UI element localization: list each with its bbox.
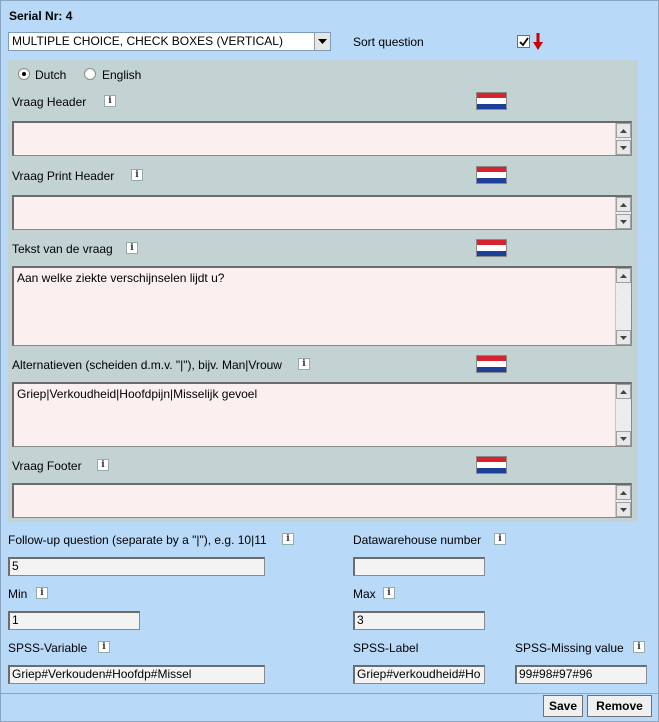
scroll-down-icon[interactable] — [616, 431, 631, 446]
scroll-down-icon[interactable] — [616, 214, 631, 229]
scrollbar[interactable] — [615, 123, 631, 155]
min-input[interactable]: 1 — [8, 611, 140, 630]
vraag-print-header-label: Vraag Print Header — [12, 169, 115, 183]
spss-missing-label: SPSS-Missing value — [515, 641, 624, 655]
scrollbar[interactable] — [615, 197, 631, 229]
info-icon[interactable]: i — [282, 533, 294, 545]
vraag-header-label: Vraag Header — [12, 95, 87, 109]
vraag-footer-label: Vraag Footer — [12, 459, 82, 473]
remove-button[interactable]: Remove — [587, 695, 652, 717]
dutch-flag-icon — [476, 166, 507, 184]
max-label: Max — [353, 587, 376, 601]
scrollbar[interactable] — [615, 485, 631, 517]
datawarehouse-label: Datawarehouse number — [353, 533, 482, 547]
scroll-down-icon[interactable] — [616, 140, 631, 155]
scroll-down-icon[interactable] — [616, 502, 631, 517]
info-icon[interactable]: i — [98, 641, 110, 653]
follow-up-label: Follow-up question (separate by a "|"), … — [8, 533, 267, 547]
radio-english-label: English — [102, 68, 142, 82]
dutch-flag-icon — [476, 456, 507, 474]
spss-variable-input[interactable]: Griep#Verkouden#Hoofdp#Missel — [8, 665, 265, 684]
spss-variable-label: SPSS-Variable — [8, 641, 88, 655]
dutch-flag-icon — [476, 355, 507, 373]
sort-question-label: Sort question — [353, 35, 424, 49]
serial-number: Serial Nr: 4 — [9, 9, 72, 23]
scroll-up-icon[interactable] — [616, 197, 631, 212]
info-icon[interactable]: i — [298, 358, 310, 370]
max-input[interactable]: 3 — [353, 611, 485, 630]
question-type-value: MULTIPLE CHOICE, CHECK BOXES (VERTICAL) — [12, 34, 283, 48]
question-editor-panel: Serial Nr: 4 MULTIPLE CHOICE, CHECK BOXE… — [0, 0, 659, 722]
info-icon[interactable]: i — [97, 459, 109, 471]
scroll-up-icon[interactable] — [616, 485, 631, 500]
dutch-flag-icon — [476, 92, 507, 110]
alternatieven-label: Alternatieven (scheiden d.m.v. "|"), bij… — [12, 358, 282, 372]
follow-up-input[interactable]: 5 — [8, 557, 265, 576]
sort-question-checkbox[interactable] — [517, 35, 530, 48]
alternatieven-textarea[interactable]: Griep|Verkoudheid|Hoofdpijn|Misselijk ge… — [12, 382, 632, 447]
spss-label-input[interactable]: Griep#verkoudheid#Ho — [353, 665, 485, 684]
red-down-arrow-icon[interactable] — [533, 33, 543, 54]
serial-label: Serial Nr: — [9, 9, 63, 23]
vraag-header-textarea[interactable] — [12, 121, 632, 156]
radio-dutch[interactable] — [18, 68, 30, 80]
alternatieven-value: Griep|Verkoudheid|Hoofdpijn|Misselijk ge… — [17, 387, 258, 401]
scrollbar[interactable] — [615, 268, 631, 345]
info-icon[interactable]: i — [633, 641, 645, 653]
scroll-down-icon[interactable] — [616, 330, 631, 345]
spss-label-label: SPSS-Label — [353, 641, 419, 655]
chevron-down-icon[interactable] — [314, 33, 330, 50]
question-type-select[interactable]: MULTIPLE CHOICE, CHECK BOXES (VERTICAL) — [8, 32, 331, 51]
tekst-van-de-vraag-textarea[interactable]: Aan welke ziekte verschijnselen lijdt u? — [12, 266, 632, 346]
radio-dutch-label: Dutch — [35, 68, 67, 82]
min-label: Min — [8, 587, 28, 601]
datawarehouse-input[interactable] — [353, 557, 485, 576]
info-icon[interactable]: i — [104, 95, 116, 107]
info-icon[interactable]: i — [131, 169, 143, 181]
save-button[interactable]: Save — [543, 695, 583, 717]
info-icon[interactable]: i — [36, 587, 48, 599]
divider — [1, 693, 658, 694]
dutch-flag-icon — [476, 239, 507, 257]
info-icon[interactable]: i — [494, 533, 506, 545]
scroll-up-icon[interactable] — [616, 268, 631, 283]
scrollbar[interactable] — [615, 384, 631, 446]
vraag-print-header-textarea[interactable] — [12, 195, 632, 230]
language-section: Dutch English Vraag Header i Vraag Print… — [8, 60, 638, 522]
scroll-up-icon[interactable] — [616, 384, 631, 399]
vraag-footer-textarea[interactable] — [12, 483, 632, 518]
tekst-van-de-vraag-label: Tekst van de vraag — [12, 242, 113, 256]
scroll-up-icon[interactable] — [616, 123, 631, 138]
spss-missing-input[interactable]: 99#98#97#96 — [515, 665, 647, 684]
tekst-van-de-vraag-value: Aan welke ziekte verschijnselen lijdt u? — [17, 271, 225, 285]
serial-value: 4 — [65, 9, 73, 23]
radio-english[interactable] — [84, 68, 96, 80]
info-icon[interactable]: i — [383, 587, 395, 599]
info-icon[interactable]: i — [126, 242, 138, 254]
